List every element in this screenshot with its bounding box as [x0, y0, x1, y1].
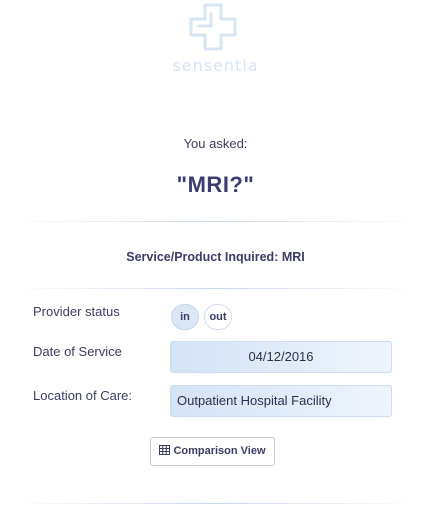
table-icon: [159, 445, 171, 455]
divider: [10, 221, 420, 222]
date-of-service-label: Date of Service: [33, 344, 122, 359]
provider-status-label: Provider status: [33, 304, 120, 319]
provider-status-in-toggle[interactable]: in: [171, 304, 199, 330]
medical-cross-icon: [189, 3, 237, 51]
service-inquired: Service/Product Inquired: MRI: [126, 250, 305, 264]
query-text: "MRI?": [176, 172, 255, 197]
asked-label: You asked:: [183, 136, 248, 151]
comparison-view-button[interactable]: Comparison View: [150, 437, 275, 466]
divider: [10, 288, 420, 289]
location-of-care-label: Location of Care:: [33, 388, 133, 403]
provider-status-out-toggle[interactable]: out: [204, 304, 232, 330]
brand-name: sensentia: [172, 56, 259, 75]
date-of-service-field[interactable]: 04/12/2016: [170, 341, 392, 373]
location-of-care-field[interactable]: Outpatient Hospital Facility: [170, 385, 392, 417]
brand-logo: sensentia: [0, 0, 431, 80]
comparison-view-label: Comparison View: [173, 445, 266, 457]
divider: [10, 503, 420, 504]
